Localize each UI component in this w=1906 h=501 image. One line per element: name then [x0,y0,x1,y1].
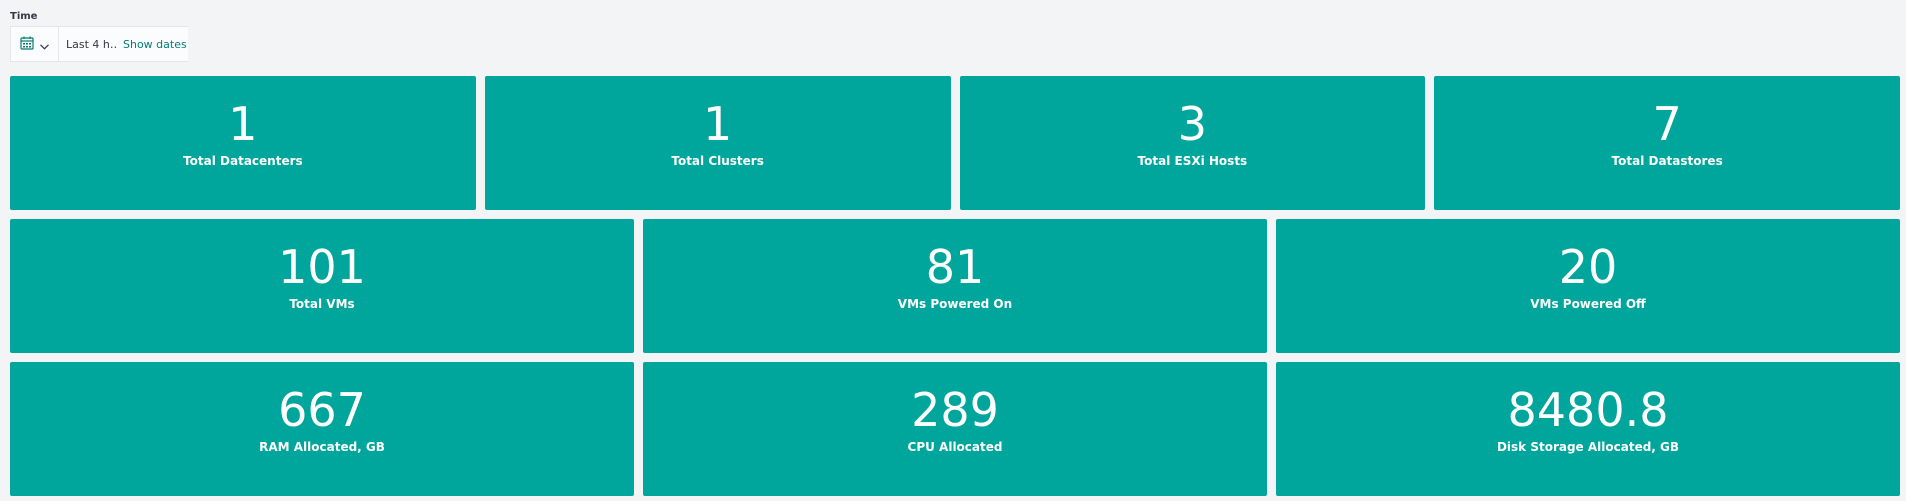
row-infrastructure: 1 Total Datacenters 1 Total Clusters 3 T… [10,76,1900,210]
metric-value: 20 [1558,240,1618,294]
time-label: Time [10,11,38,22]
metric-tile-total-vms: 101 Total VMs [10,219,634,353]
metric-label: CPU Allocated [907,440,1003,454]
metric-tile-vms-powered-on: 81 VMs Powered On [643,219,1267,353]
metric-value: 1 [702,97,733,151]
metric-value: 81 [925,240,985,294]
metric-label: VMs Powered Off [1530,297,1646,311]
metric-tile-ram: 667 RAM Allocated, GB [10,362,634,496]
metric-label: Total Clusters [671,154,764,168]
time-range-text[interactable]: Last 4 h… [66,38,118,51]
metric-tile-cpu: 289 CPU Allocated [643,362,1267,496]
metric-tile-datacenters: 1 Total Datacenters [10,76,476,210]
metric-value: 3 [1177,97,1208,151]
row-vms: 101 Total VMs 81 VMs Powered On 20 VMs P… [10,219,1900,353]
metric-label: Total Datastores [1611,154,1723,168]
metric-label: Total VMs [289,297,355,311]
row-resources: 667 RAM Allocated, GB 289 CPU Allocated … [10,362,1900,496]
metric-label: VMs Powered On [897,297,1013,311]
metric-label: RAM Allocated, GB [259,440,385,454]
metric-value: 1 [228,97,258,151]
metric-tile-clusters: 1 Total Clusters [484,76,951,210]
time-picker: Last 4 h… Show dates [10,26,188,62]
time-filter: Time Last 4 h… Show dates [10,10,188,62]
metric-label: Total Datacenters [183,154,303,168]
metric-label: Disk Storage Allocated, GB [1496,440,1680,454]
metric-value: 8480.8 [1507,383,1669,437]
metric-value: 101 [278,240,366,294]
show-dates-link[interactable]: Show dates [123,38,187,51]
metric-value: 289 [911,383,999,437]
quick-select-button[interactable] [11,27,59,61]
metric-value: 7 [1652,97,1682,151]
metric-value: 667 [278,383,366,437]
metric-tile-datastores: 7 Total Datastores [1434,76,1900,210]
chevron-down-icon [40,35,49,54]
metric-label: Total ESXi Hosts [1137,154,1248,168]
metric-tile-esxi-hosts: 3 Total ESXi Hosts [959,76,1426,210]
metric-tile-disk-storage: 8480.8 Disk Storage Allocated, GB [1276,362,1900,496]
calendar-icon [20,35,34,54]
metric-tile-vms-powered-off: 20 VMs Powered Off [1276,219,1900,353]
